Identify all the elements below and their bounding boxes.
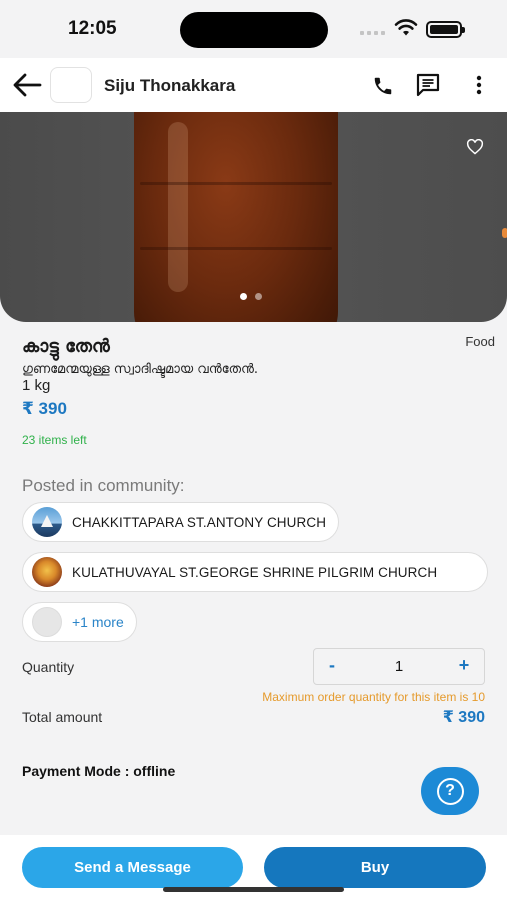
signal-icon xyxy=(360,31,385,35)
product-price: ₹ 390 xyxy=(22,399,67,418)
help-icon: ? xyxy=(436,777,464,805)
product-image-gallery[interactable] xyxy=(0,112,507,322)
community-placeholder-thumbnail xyxy=(32,607,62,637)
product-weight: 1 kg xyxy=(22,377,51,394)
wifi-icon xyxy=(394,19,418,36)
gallery-dot[interactable] xyxy=(255,293,262,300)
stock-count: 23 items left xyxy=(22,433,87,447)
edge-indicator xyxy=(502,228,507,238)
church-thumbnail xyxy=(32,557,62,587)
status-bar: 12:05 xyxy=(0,0,507,58)
message-icon[interactable] xyxy=(415,72,441,98)
posted-in-community-label: Posted in community: xyxy=(22,476,185,495)
payment-mode: Payment Mode : offline xyxy=(22,763,176,779)
battery-icon xyxy=(426,21,465,38)
quantity-label: Quantity xyxy=(22,659,75,675)
quantity-stepper[interactable]: - 1 + xyxy=(313,648,485,685)
help-button[interactable]: ? xyxy=(421,767,479,815)
product-category: Food xyxy=(465,334,495,349)
product-description: ഗുണമേന്മയുള്ള സ്വാദിഷ്ടമായ വൻതേൻ. xyxy=(22,362,259,377)
product-image-honey-bottle xyxy=(134,112,338,322)
gallery-pagination xyxy=(240,293,262,300)
phone-icon[interactable] xyxy=(372,75,394,97)
product-title: കാട്ടു തേൻ xyxy=(22,336,110,357)
more-vertical-icon[interactable] xyxy=(472,74,486,96)
home-indicator xyxy=(163,887,344,892)
seller-avatar[interactable] xyxy=(50,67,92,103)
total-amount-value: ₹ 390 xyxy=(442,709,485,726)
buy-button[interactable]: Buy xyxy=(264,847,486,888)
status-time: 12:05 xyxy=(68,18,117,39)
favorite-heart-icon[interactable] xyxy=(466,139,484,155)
app-header: Siju Thonakkara xyxy=(0,58,507,112)
community-name: CHAKKITTAPARA ST.ANTONY CHURCH xyxy=(72,514,327,530)
community-chip[interactable]: KULATHUVAYAL ST.GEORGE SHRINE PILGRIM CH… xyxy=(22,552,488,592)
total-amount-label: Total amount xyxy=(22,709,103,725)
increment-button[interactable]: + xyxy=(452,655,476,676)
more-communities-label: +1 more xyxy=(72,614,124,630)
gallery-dot[interactable] xyxy=(240,293,247,300)
church-thumbnail xyxy=(32,507,62,537)
seller-name[interactable]: Siju Thonakkara xyxy=(104,76,235,96)
community-chip[interactable]: CHAKKITTAPARA ST.ANTONY CHURCH xyxy=(22,502,340,542)
send-message-button[interactable]: Send a Message xyxy=(22,847,243,888)
more-communities-chip[interactable]: +1 more xyxy=(22,602,137,642)
max-quantity-note: Maximum order quantity for this item is … xyxy=(262,690,485,704)
community-name: KULATHUVAYAL ST.GEORGE SHRINE PILGRIM CH… xyxy=(72,564,438,580)
back-arrow-icon[interactable] xyxy=(12,72,42,98)
dynamic-island xyxy=(180,12,328,48)
